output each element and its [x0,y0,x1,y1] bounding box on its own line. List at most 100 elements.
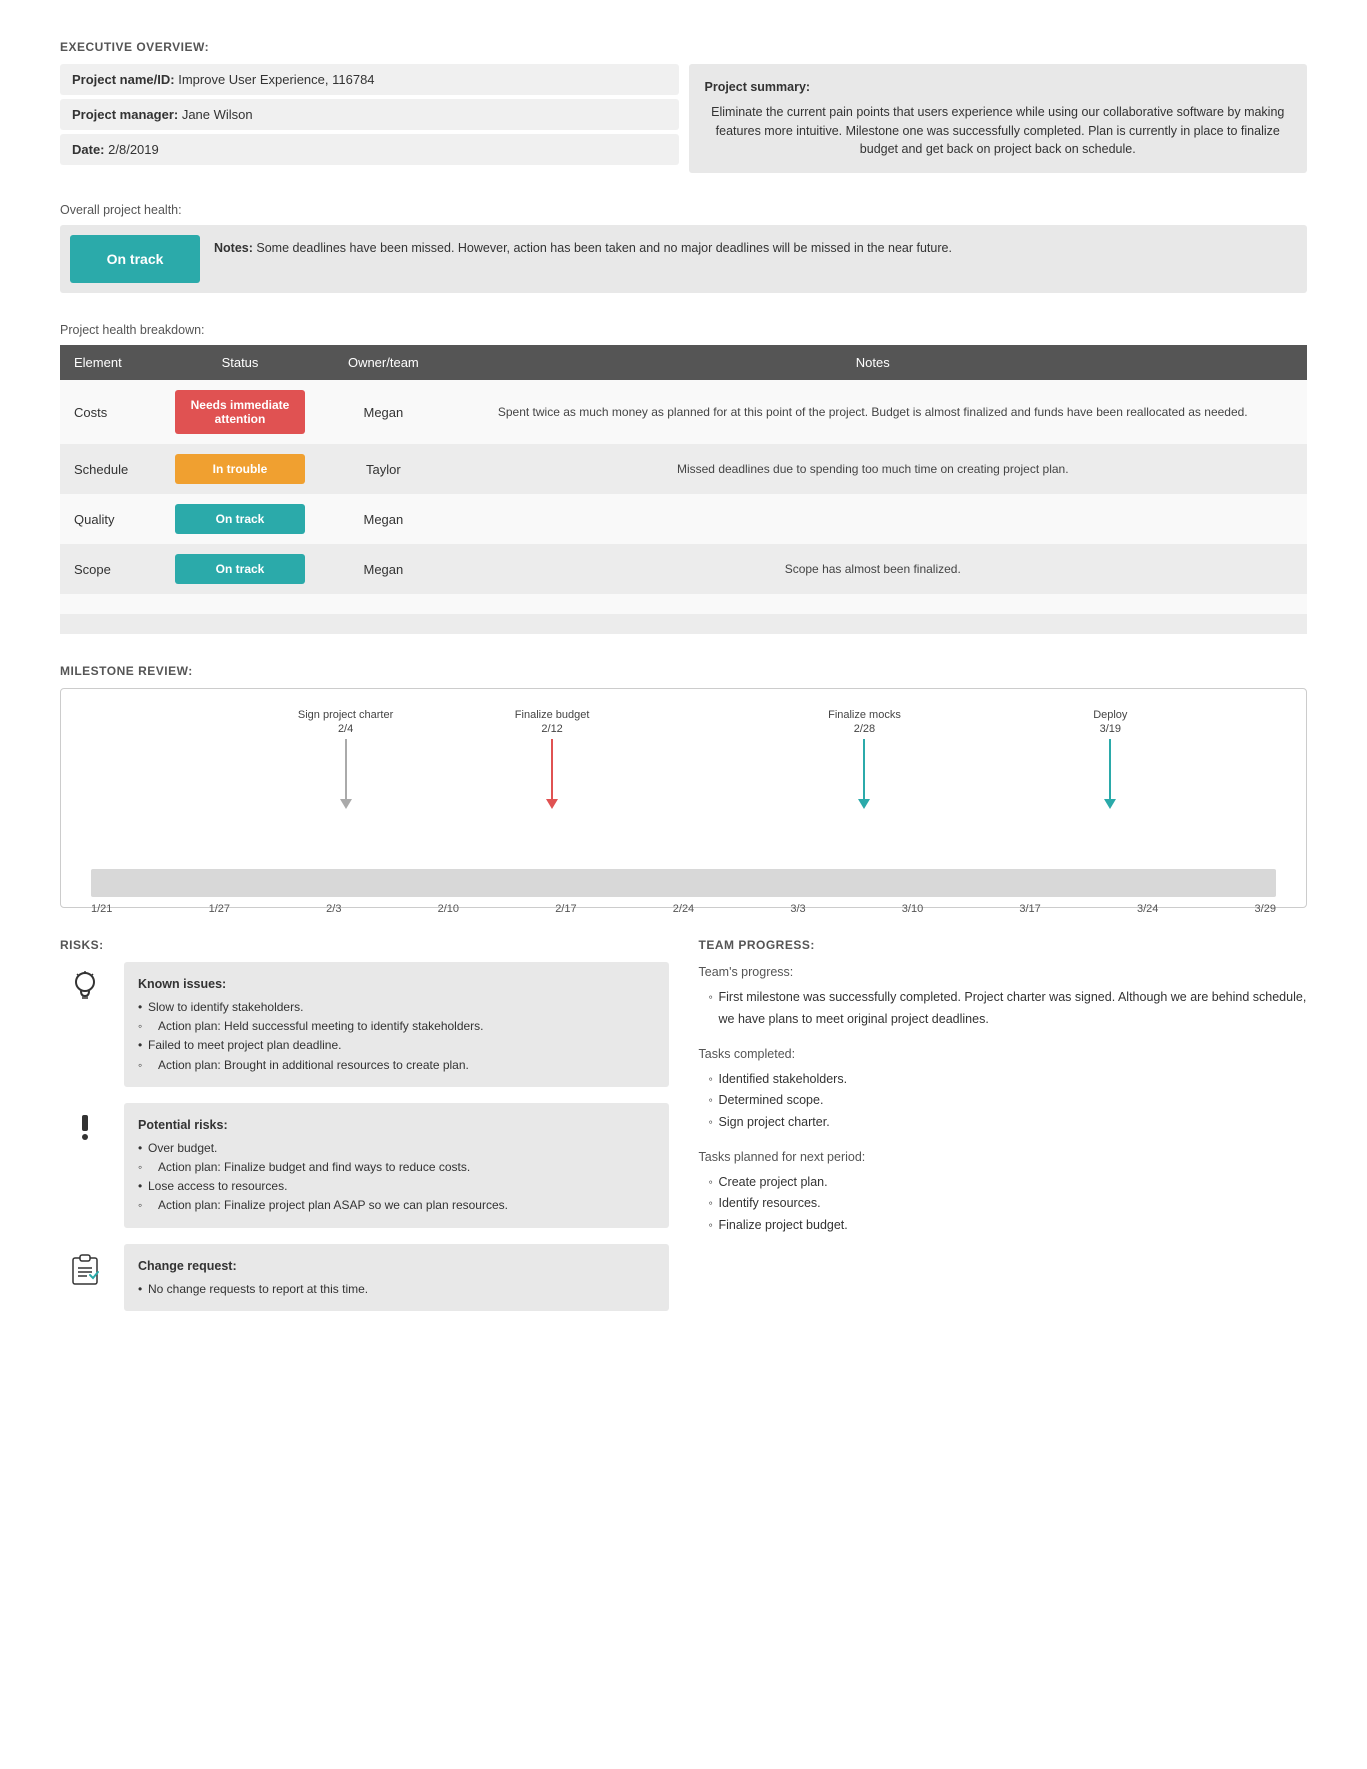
exec-grid: Project name/ID: Improve User Experience… [60,64,1307,173]
axis-label: 3/10 [902,903,923,915]
milestone-title: MILESTONE REVIEW: [60,664,1307,678]
table-row [60,594,1307,614]
col-status: Status [152,345,328,380]
tasks-planned: Tasks planned for next period: Create pr… [699,1147,1308,1236]
axis-label: 3/24 [1137,903,1158,915]
bottom-grid: RISKS: Known issues:Slow to identify sta… [60,938,1307,1327]
axis-label: 1/21 [91,903,112,915]
exec-overview-title: EXECUTIVE OVERVIEW: [60,40,1307,54]
overall-health-section: Overall project health: On track Notes: … [60,203,1307,293]
status-cell: In trouble [152,444,328,494]
date-value: 2/8/2019 [108,142,159,157]
completed-item: Sign project charter. [709,1112,1308,1133]
date-field: Date: 2/8/2019 [60,134,679,165]
risk-content: Potential risks:Over budget.Action plan:… [124,1103,669,1228]
project-name-label: Project name/ID: [72,72,175,87]
element-cell [60,614,152,634]
milestone-chart: Sign project charter2/4 Finalize budget 2/… [60,688,1307,908]
status-cell: On track [152,494,328,544]
milestone-pin: Deploy3/19 [1093,709,1127,809]
axis-label: 2/17 [555,903,576,915]
team-progress-section: TEAM PROGRESS: Team's progress: First mi… [699,938,1308,1327]
breakdown-label: Project health breakdown: [60,323,1307,337]
status-cell [152,614,328,634]
col-element: Element [60,345,152,380]
notes-cell [439,614,1307,634]
risks-title: RISKS: [60,938,669,952]
milestone-pin: Finalize mocks2/28 [828,709,901,809]
pin-arrow [1104,799,1116,809]
risk-line: Action plan: Finalize project plan ASAP … [138,1196,655,1215]
summary-label: Project summary: [705,78,1292,97]
overall-health-label: Overall project health: [60,203,1307,217]
milestone-section: MILESTONE REVIEW: Sign project charter2/… [60,664,1307,908]
milestone-date: 2/12 [541,723,562,735]
risk-content: Change request:No change requests to rep… [124,1244,669,1311]
status-badge: In trouble [175,454,305,484]
team-intro: Team's progress: First milestone was suc… [699,962,1308,1030]
milestone-label: Finalize mocks [828,709,901,721]
exclaim-icon [60,1103,110,1228]
notes-cell [439,494,1307,544]
notes-cell: Scope has almost been finalized. [439,544,1307,594]
status-badge: On track [175,554,305,584]
pin-line [863,739,865,799]
milestone-date: 3/19 [1100,723,1121,735]
owner-cell: Megan [328,544,438,594]
notes-cell [439,594,1307,614]
tasks-completed: Tasks completed: Identified stakeholders… [699,1044,1308,1133]
risk-title: Change request: [138,1256,655,1276]
milestone-label: Finalize budget [515,709,590,721]
completed-list: Identified stakeholders.Determined scope… [699,1069,1308,1133]
risk-title: Potential risks: [138,1115,655,1135]
element-cell: Quality [60,494,152,544]
project-manager-field: Project manager: Jane Wilson [60,99,679,130]
exec-left: Project name/ID: Improve User Experience… [60,64,679,173]
risk-item: Potential risks:Over budget.Action plan:… [60,1103,669,1228]
table-row: Scope On track MeganScope has almost been … [60,544,1307,594]
completed-item: Identified stakeholders. [709,1069,1308,1090]
table-header-row: Element Status Owner/team Notes [60,345,1307,380]
status-badge: Needs immediate attention [175,390,305,434]
status-cell [152,594,328,614]
element-cell: Schedule [60,444,152,494]
pin-line [345,739,347,799]
breakdown-section: Project health breakdown: Element Status… [60,323,1307,634]
element-cell: Scope [60,544,152,594]
risk-title: Known issues: [138,974,655,994]
status-cell: On track [152,544,328,594]
bulb-icon [60,962,110,1087]
col-owner: Owner/team [328,345,438,380]
col-notes: Notes [439,345,1307,380]
pin-arrow [858,799,870,809]
notes-cell: Missed deadlines due to spending too muc… [439,444,1307,494]
owner-cell: Megan [328,380,438,444]
risk-content: Known issues:Slow to identify stakeholde… [124,962,669,1087]
milestone-pin: Finalize budget 2/12 [515,709,590,809]
pin-arrow [546,799,558,809]
axis-label: 3/3 [790,903,805,915]
risks-section: RISKS: Known issues:Slow to identify sta… [60,938,669,1327]
owner-cell: Taylor [328,444,438,494]
axis-label: 1/27 [209,903,230,915]
team-content: Team's progress: First milestone was suc… [699,962,1308,1236]
risk-item: Known issues:Slow to identify stakeholde… [60,962,669,1087]
milestone-pin: Sign project charter2/4 [298,709,393,809]
milestone-area: Sign project charter2/4 Finalize budget 2/… [81,709,1286,869]
table-row: QualityOn trackMegan [60,494,1307,544]
team-title: TEAM PROGRESS: [699,938,1308,952]
team-intro-text: First milestone was successfully complet… [709,987,1308,1030]
summary-text: Eliminate the current pain points that u… [705,103,1292,159]
axis-label: 3/17 [1019,903,1040,915]
project-name-field: Project name/ID: Improve User Experience… [60,64,679,95]
owner-cell [328,614,438,634]
risk-item: Change request:No change requests to rep… [60,1244,669,1311]
element-cell [60,594,152,614]
notes-cell: Spent twice as much money as planned for… [439,380,1307,444]
pin-line [551,739,553,799]
planned-item: Finalize project budget. [709,1215,1308,1236]
status-badge: On track [175,504,305,534]
table-row: CostsNeeds immediate attentionMeganSpent… [60,380,1307,444]
date-label: Date: [72,142,105,157]
risk-line: Lose access to resources. [138,1177,655,1196]
